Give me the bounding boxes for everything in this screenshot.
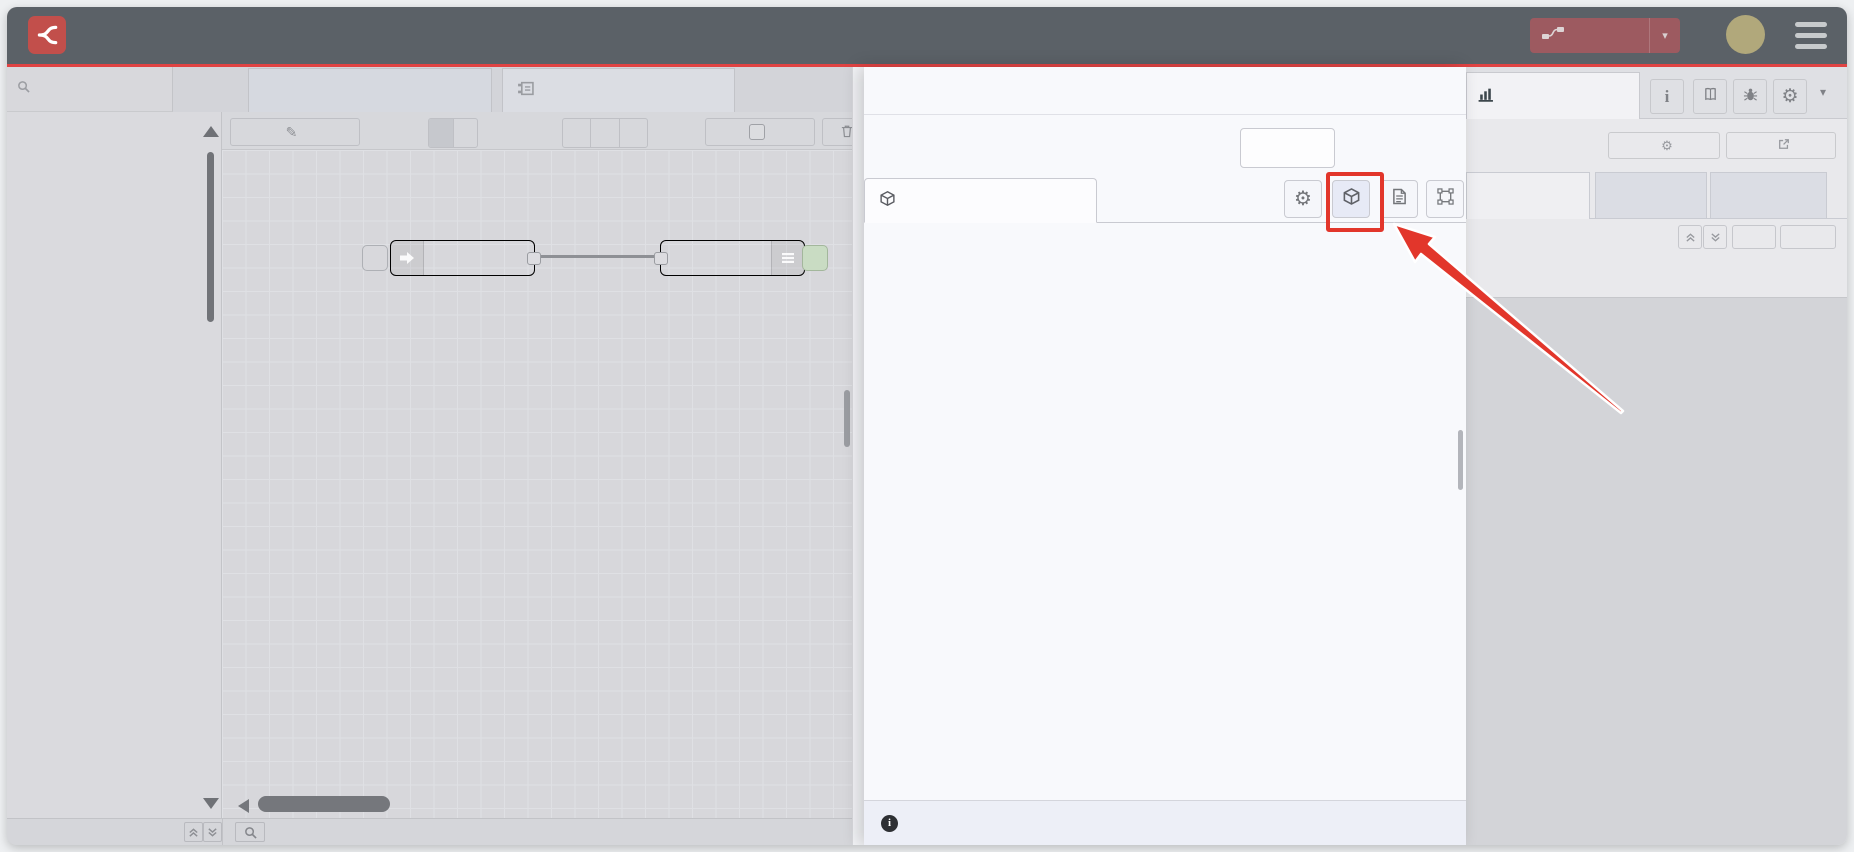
dialog-title: [864, 67, 1466, 115]
appearance-button[interactable]: [1426, 180, 1464, 218]
node-red-window: ▾ ✎ ⚙ i i ⚙ ▾ ⚙: [7, 7, 1847, 845]
gear-icon: ⚙: [1661, 138, 1673, 153]
pencil-icon: ✎: [285, 123, 298, 140]
tab-client-data[interactable]: [1710, 172, 1827, 219]
edit-settings-button[interactable]: ⚙: [1608, 132, 1720, 159]
node-input-port[interactable]: [654, 252, 668, 265]
bar-chart-icon: [1477, 87, 1494, 106]
outputs-value: [591, 119, 620, 147]
inputs-option-0[interactable]: [429, 119, 454, 147]
tab-layout[interactable]: [1466, 172, 1590, 219]
divider: [222, 819, 223, 845]
palette-scrollbar[interactable]: [207, 152, 214, 322]
main-menu-button[interactable]: [1795, 22, 1827, 49]
selection-frame-icon: [1436, 188, 1454, 210]
edit-subflow-dialog: ⚙ i: [864, 67, 1466, 845]
palette-scroll-down[interactable]: [203, 798, 219, 809]
help-tab-button[interactable]: [1693, 79, 1727, 114]
subflow-settings-button[interactable]: ⚙: [1284, 180, 1322, 218]
inputs-count-toggle: [428, 118, 478, 148]
project-row: ⚙: [1466, 119, 1847, 172]
done-button[interactable]: [1353, 128, 1456, 168]
document-icon: [1392, 188, 1407, 210]
tab-theming[interactable]: [1595, 172, 1707, 219]
open-dashboard-button[interactable]: [1726, 132, 1836, 159]
footer-bar: [7, 818, 852, 845]
move-up-button[interactable]: [1678, 225, 1702, 249]
inject-arrow-icon: [391, 241, 424, 275]
subflow-icon: [517, 81, 534, 100]
canvas-hscrollbar[interactable]: [258, 796, 390, 812]
cube-icon: [879, 190, 896, 211]
deploy-icon: [1542, 26, 1564, 45]
palette-expand-button[interactable]: [203, 822, 222, 842]
cube-icon: [1342, 187, 1361, 211]
palette-scroll-up[interactable]: [203, 126, 219, 137]
info-icon: i: [881, 814, 898, 832]
add-page-button[interactable]: [1780, 225, 1836, 249]
move-down-button[interactable]: [1703, 225, 1727, 249]
right-sidebar: i ⚙ ▾ ⚙: [1466, 67, 1847, 845]
palette-filter[interactable]: [7, 67, 173, 112]
tab-module-properties[interactable]: [864, 178, 1097, 223]
flow-canvas[interactable]: [222, 150, 852, 818]
info-icon: i: [1664, 86, 1670, 106]
debug-lines-icon: [771, 241, 804, 275]
add-link-button[interactable]: [1732, 225, 1776, 249]
deploy-options-caret[interactable]: ▾: [1649, 18, 1680, 53]
outputs-plus-button[interactable]: [620, 119, 647, 147]
node-timestamp[interactable]: [390, 240, 541, 276]
zoom-search-button[interactable]: [235, 822, 265, 842]
cancel-button[interactable]: [1240, 128, 1335, 168]
status-node-toggle[interactable]: [705, 118, 815, 146]
tab-flow-1[interactable]: [248, 68, 492, 112]
debug-toggle-button[interactable]: [802, 245, 828, 271]
wire: [533, 255, 661, 258]
workspace-tabbar: [173, 67, 852, 112]
node-red-logo-icon: [28, 16, 66, 54]
unsaved-changes-dot: [475, 74, 484, 83]
subflow-toolbar: ✎: [222, 112, 872, 150]
status-node-checkbox[interactable]: [748, 124, 765, 140]
debug-tab-button[interactable]: [1733, 79, 1767, 114]
bug-icon: [1743, 87, 1758, 107]
header: ▾: [7, 7, 1847, 64]
canvas-scroll-left[interactable]: [238, 799, 249, 813]
info-tab-button[interactable]: i: [1650, 79, 1684, 114]
dialog-footer: i: [864, 800, 1466, 845]
tab-subflow-1[interactable]: [502, 68, 735, 112]
user-avatar[interactable]: [1726, 15, 1765, 54]
config-tab-button[interactable]: ⚙: [1773, 79, 1807, 114]
filter-nodes-input[interactable]: [37, 79, 151, 99]
canvas-vscrollbar[interactable]: [844, 390, 850, 447]
sidebar-tabs-row: i ⚙ ▾: [1466, 67, 1847, 119]
sidebar-more-caret[interactable]: ▾: [1820, 85, 1826, 99]
module-properties-button[interactable]: [1332, 180, 1370, 218]
dialog-tray-edge[interactable]: [852, 67, 864, 845]
edit-properties-button[interactable]: ✎: [230, 118, 360, 146]
palette-collapse-button[interactable]: [184, 822, 203, 842]
node-output-port[interactable]: [527, 252, 541, 265]
node-debug-1[interactable]: [654, 240, 805, 276]
dialog-tabrow: ⚙: [864, 172, 1466, 232]
deploy-button[interactable]: ▾: [1530, 18, 1680, 53]
gear-icon: ⚙: [1781, 86, 1799, 107]
search-icon: [17, 80, 30, 98]
unsaved-changes-dot: [718, 74, 727, 83]
outputs-count-stepper: [562, 118, 648, 148]
inputs-option-1[interactable]: [454, 119, 478, 147]
dialog-scrollbar[interactable]: [1458, 430, 1463, 490]
node-palette: [7, 112, 222, 818]
outputs-minus-button[interactable]: [563, 119, 592, 147]
gear-icon: ⚙: [1294, 188, 1312, 210]
inject-trigger-button[interactable]: [362, 245, 388, 271]
tab-dashboard-2[interactable]: [1466, 72, 1640, 119]
layout-empty-area: [1466, 298, 1847, 845]
external-link-icon: [1778, 138, 1790, 153]
description-button[interactable]: [1380, 180, 1418, 218]
book-icon: [1703, 87, 1718, 107]
